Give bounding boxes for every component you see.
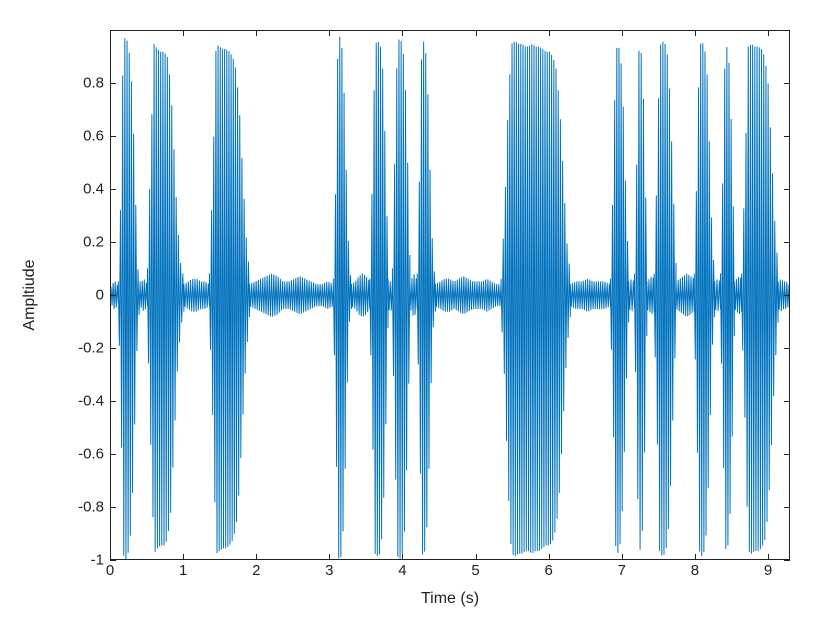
y-tick-mark bbox=[784, 560, 790, 561]
x-tick-mark bbox=[402, 554, 403, 560]
x-tick-label: 8 bbox=[675, 562, 715, 579]
y-tick-label: -0.2 bbox=[44, 340, 104, 357]
x-tick-mark bbox=[329, 30, 330, 36]
y-tick-mark bbox=[784, 348, 790, 349]
x-tick-label: 2 bbox=[236, 562, 276, 579]
x-tick-label: 3 bbox=[309, 562, 349, 579]
y-tick-mark bbox=[784, 401, 790, 402]
y-tick-mark bbox=[110, 348, 116, 349]
x-tick-mark bbox=[329, 554, 330, 560]
y-tick-mark bbox=[784, 295, 790, 296]
x-tick-mark bbox=[695, 30, 696, 36]
figure: Ampltiude Time (s) -1-0.8-0.6-0.4-0.200.… bbox=[0, 0, 840, 630]
x-tick-mark bbox=[622, 30, 623, 36]
y-tick-mark bbox=[784, 507, 790, 508]
x-tick-mark bbox=[768, 554, 769, 560]
x-tick-mark bbox=[183, 30, 184, 36]
x-tick-mark bbox=[476, 30, 477, 36]
x-tick-mark bbox=[402, 30, 403, 36]
x-tick-label: 4 bbox=[382, 562, 422, 579]
y-tick-label: -0.6 bbox=[44, 446, 104, 463]
y-tick-mark bbox=[110, 189, 116, 190]
x-tick-label: 5 bbox=[456, 562, 496, 579]
y-tick-mark bbox=[110, 83, 116, 84]
y-tick-label: 0.6 bbox=[44, 128, 104, 145]
y-tick-label: 0.4 bbox=[44, 181, 104, 198]
x-tick-mark bbox=[476, 554, 477, 560]
y-tick-mark bbox=[110, 454, 116, 455]
y-tick-mark bbox=[784, 242, 790, 243]
x-tick-mark bbox=[695, 554, 696, 560]
x-tick-mark bbox=[183, 554, 184, 560]
x-tick-mark bbox=[768, 30, 769, 36]
y-tick-mark bbox=[110, 401, 116, 402]
y-tick-mark bbox=[784, 189, 790, 190]
waveform-line bbox=[111, 31, 789, 559]
y-tick-mark bbox=[784, 454, 790, 455]
y-tick-mark bbox=[110, 136, 116, 137]
x-tick-label: 7 bbox=[602, 562, 642, 579]
y-tick-mark bbox=[110, 242, 116, 243]
axes bbox=[110, 30, 790, 560]
x-tick-mark bbox=[549, 30, 550, 36]
y-tick-mark bbox=[784, 83, 790, 84]
x-tick-label: 9 bbox=[748, 562, 788, 579]
x-tick-label: 0 bbox=[90, 562, 130, 579]
y-tick-label: 0 bbox=[44, 287, 104, 304]
y-tick-label: -0.8 bbox=[44, 499, 104, 516]
y-tick-mark bbox=[110, 507, 116, 508]
x-tick-mark bbox=[256, 30, 257, 36]
y-tick-label: 0.2 bbox=[44, 234, 104, 251]
x-tick-mark bbox=[110, 30, 111, 36]
y-axis-label: Ampltiude bbox=[21, 259, 39, 330]
x-tick-label: 6 bbox=[529, 562, 569, 579]
x-tick-mark bbox=[549, 554, 550, 560]
y-tick-mark bbox=[784, 136, 790, 137]
y-tick-label: 0.8 bbox=[44, 75, 104, 92]
y-tick-mark bbox=[110, 295, 116, 296]
x-tick-mark bbox=[110, 554, 111, 560]
x-tick-mark bbox=[256, 554, 257, 560]
x-tick-label: 1 bbox=[163, 562, 203, 579]
x-axis-label: Time (s) bbox=[421, 590, 479, 608]
y-tick-mark bbox=[110, 560, 116, 561]
y-tick-label: -0.4 bbox=[44, 393, 104, 410]
x-tick-mark bbox=[622, 554, 623, 560]
